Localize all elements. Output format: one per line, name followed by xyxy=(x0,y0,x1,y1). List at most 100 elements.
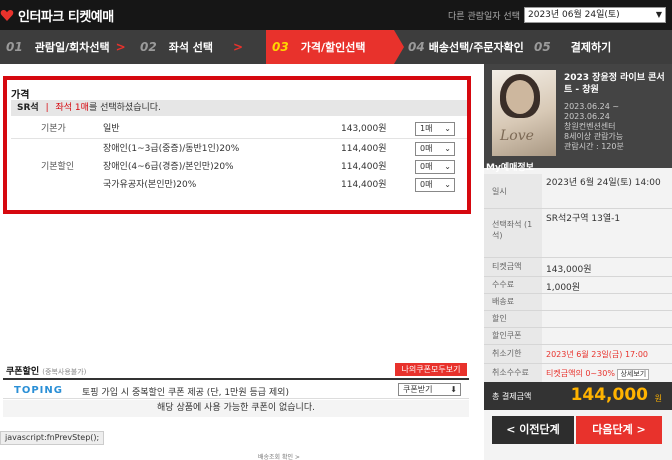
show-period-end: 2023.06.24 xyxy=(564,112,610,121)
poster-face-shape xyxy=(506,80,534,114)
step-label: 결제하기 xyxy=(570,41,612,54)
my-booking-title: My예매정보 xyxy=(486,163,534,173)
info-row-coupon: 할인쿠폰 xyxy=(484,328,672,344)
footer-link[interactable]: 배송조회 확인 > xyxy=(258,452,300,460)
cancel-fee-detail-button[interactable]: 상세보기 xyxy=(617,369,650,380)
quantity-value: 0매 xyxy=(420,180,433,189)
step-3-active[interactable]: 03 가격/할인선택 xyxy=(266,30,404,64)
info-key: 취소기한 xyxy=(484,345,542,363)
info-value: 1,000원 xyxy=(546,283,581,293)
step-1[interactable]: 01 관람일/회차선택 > xyxy=(0,30,134,64)
booking-summary-panel: Love 2023 장윤정 라이브 콘서트 - 창원 2023.06.24 ~ … xyxy=(484,64,672,460)
info-key: 선택좌석 (1석) xyxy=(484,209,542,257)
price-row: 기본할인 장애인(4~6급(경증)/본인만)20% 114,400원 0매 ⌄ xyxy=(11,158,467,176)
quantity-select[interactable]: 0매 ⌄ xyxy=(415,142,455,156)
quantity-select[interactable]: 1매 ⌄ xyxy=(415,122,455,136)
chevron-down-icon: ⌄ xyxy=(444,162,451,171)
divider: | xyxy=(45,103,49,113)
step-4[interactable]: 04 배송선택/주문자확인 xyxy=(394,30,528,64)
info-value: 2023년 6월 24일(토) 14:00 xyxy=(546,178,661,188)
show-title: 2023 장윤정 라이브 콘서트 - 창원 xyxy=(564,73,665,95)
info-key: 티켓금액 xyxy=(484,258,542,276)
price-row: 장애인(1~3급(중증)/동반1인)20% 114,400원 0매 ⌄ xyxy=(11,140,467,158)
step-arrow-icon: > xyxy=(115,40,126,54)
coupon-empty-message: 해당 상품에 사용 가능한 쿠폰이 없습니다. xyxy=(3,400,469,417)
price-title: 가격 xyxy=(11,90,30,101)
step-label: 관람일/회차선택 xyxy=(34,41,110,54)
heart-logo-icon xyxy=(0,9,14,21)
poster-text: Love xyxy=(500,128,534,144)
chevron-down-icon: ⌄ xyxy=(444,180,451,189)
cancel-fee-text: 티켓금액의 0~30% xyxy=(546,369,615,378)
toping-logo: TOPING xyxy=(14,385,63,396)
info-row-shipping: 배송료 xyxy=(484,294,672,310)
show-poster[interactable]: Love xyxy=(492,70,556,156)
show-age: 8세이상 관람가능 xyxy=(564,132,624,141)
info-value: SR석2구역 13열-1 xyxy=(546,214,621,224)
brand-title: 인터파크 티켓예매 xyxy=(18,9,114,25)
date-selector-area: 다른 관람일자 선택 2023년 06월 24일(토) ▼ xyxy=(448,7,666,23)
quantity-value: 1매 xyxy=(420,124,433,133)
seat-count: 좌석 1매 xyxy=(55,103,89,113)
price-name: 일반 xyxy=(103,124,120,134)
date-select[interactable]: 2023년 06월 24일(토) ▼ xyxy=(524,7,666,23)
info-key: 수수료 xyxy=(484,277,542,293)
next-step-button[interactable]: 다음단계 > xyxy=(576,416,662,444)
info-key: 할인쿠폰 xyxy=(484,328,542,344)
info-row-date: 일시 2023년 6월 24일(토) 14:00 xyxy=(484,174,672,208)
price-amount: 114,400원 xyxy=(341,180,387,190)
step-2[interactable]: 02 좌석 선택 > xyxy=(134,30,266,64)
coupon-subtitle: (중복사용불가) xyxy=(42,368,87,376)
quantity-select[interactable]: 0매 ⌄ xyxy=(415,178,455,192)
price-category: 기본할인 xyxy=(41,162,75,172)
price-category: 기본가 xyxy=(41,124,66,134)
total-unit: 원 xyxy=(654,394,662,403)
browser-status-bar: javascript:fnPrevStep(); xyxy=(0,431,105,445)
info-row-ticket: 티켓금액 143,000원 xyxy=(484,258,672,276)
date-label: 다른 관람일자 선택 xyxy=(448,11,520,22)
info-key: 일시 xyxy=(484,174,542,208)
get-coupon-label: 쿠폰받기 xyxy=(403,385,433,394)
date-select-value: 2023년 06월 24일(토) xyxy=(528,10,620,20)
seat-notice: 를 선택하셨습니다. xyxy=(88,103,161,113)
my-coupons-button[interactable]: 나의쿠폰모두보기 xyxy=(395,363,467,376)
info-value: 티켓금액의 0~30% 상세보기 xyxy=(546,368,650,380)
coupon-title: 쿠폰할인 (중복사용불가) xyxy=(6,364,86,377)
step-number: 01 xyxy=(6,40,23,54)
price-amount: 114,400원 xyxy=(341,144,387,154)
price-row: 국가유공자(본인만)20% 114,400원 0매 ⌄ xyxy=(11,176,467,194)
show-period-start: 2023.06.24 ~ xyxy=(564,102,620,111)
coupon-divider xyxy=(3,378,469,380)
chevron-down-icon: ▼ xyxy=(655,10,662,19)
price-row: 기본가 일반 143,000원 1매 ⌄ xyxy=(11,120,467,138)
price-name: 장애인(4~6급(경증)/본인만)20% xyxy=(103,162,234,172)
get-coupon-button[interactable]: 쿠폰받기 ⬇ xyxy=(398,383,461,396)
info-value: 143,000원 xyxy=(546,265,592,275)
show-runtime: 관람시간 : 120분 xyxy=(564,142,624,151)
coupon-title-text: 쿠폰할인 xyxy=(6,367,40,377)
step-label: 가격/할인선택 xyxy=(300,41,366,54)
chevron-down-icon: ⌄ xyxy=(444,144,451,153)
brand[interactable]: 인터파크 티켓예매 xyxy=(0,6,114,25)
price-amount: 114,400원 xyxy=(341,162,387,172)
price-name: 장애인(1~3급(중증)/동반1인)20% xyxy=(103,144,240,154)
seat-grade: SR석 xyxy=(17,103,39,113)
total-label: 총 결제금액 xyxy=(492,392,532,401)
show-info-area: Love 2023 장윤정 라이브 콘서트 - 창원 2023.06.24 ~ … xyxy=(484,64,672,173)
step-label: 배송선택/주문자확인 xyxy=(428,41,524,54)
info-row-discount: 할인 xyxy=(484,311,672,327)
info-row-fee: 수수료 1,000원 xyxy=(484,277,672,293)
previous-step-button[interactable]: < 이전단계 xyxy=(492,416,574,444)
top-header: 인터파크 티켓예매 다른 관람일자 선택 2023년 06월 24일(토) ▼ xyxy=(0,0,672,30)
step-number: 03 xyxy=(272,40,289,54)
step-5[interactable]: 05 결제하기 xyxy=(528,30,672,64)
info-key: 취소수수료 xyxy=(484,364,542,382)
step-number: 04 xyxy=(408,40,425,54)
total-payment-bar: 총 결제금액 144,000 원 xyxy=(484,382,672,410)
total-amount: 144,000 xyxy=(570,385,648,405)
price-name: 국가유공자(본인만)20% xyxy=(103,180,197,190)
info-row-seat: 선택좌석 (1석) SR석2구역 13열-1 xyxy=(484,209,672,257)
step-arrow-icon: > xyxy=(233,40,244,54)
show-venue: 창원컨벤션센터 xyxy=(564,122,616,131)
quantity-select[interactable]: 0매 ⌄ xyxy=(415,160,455,174)
